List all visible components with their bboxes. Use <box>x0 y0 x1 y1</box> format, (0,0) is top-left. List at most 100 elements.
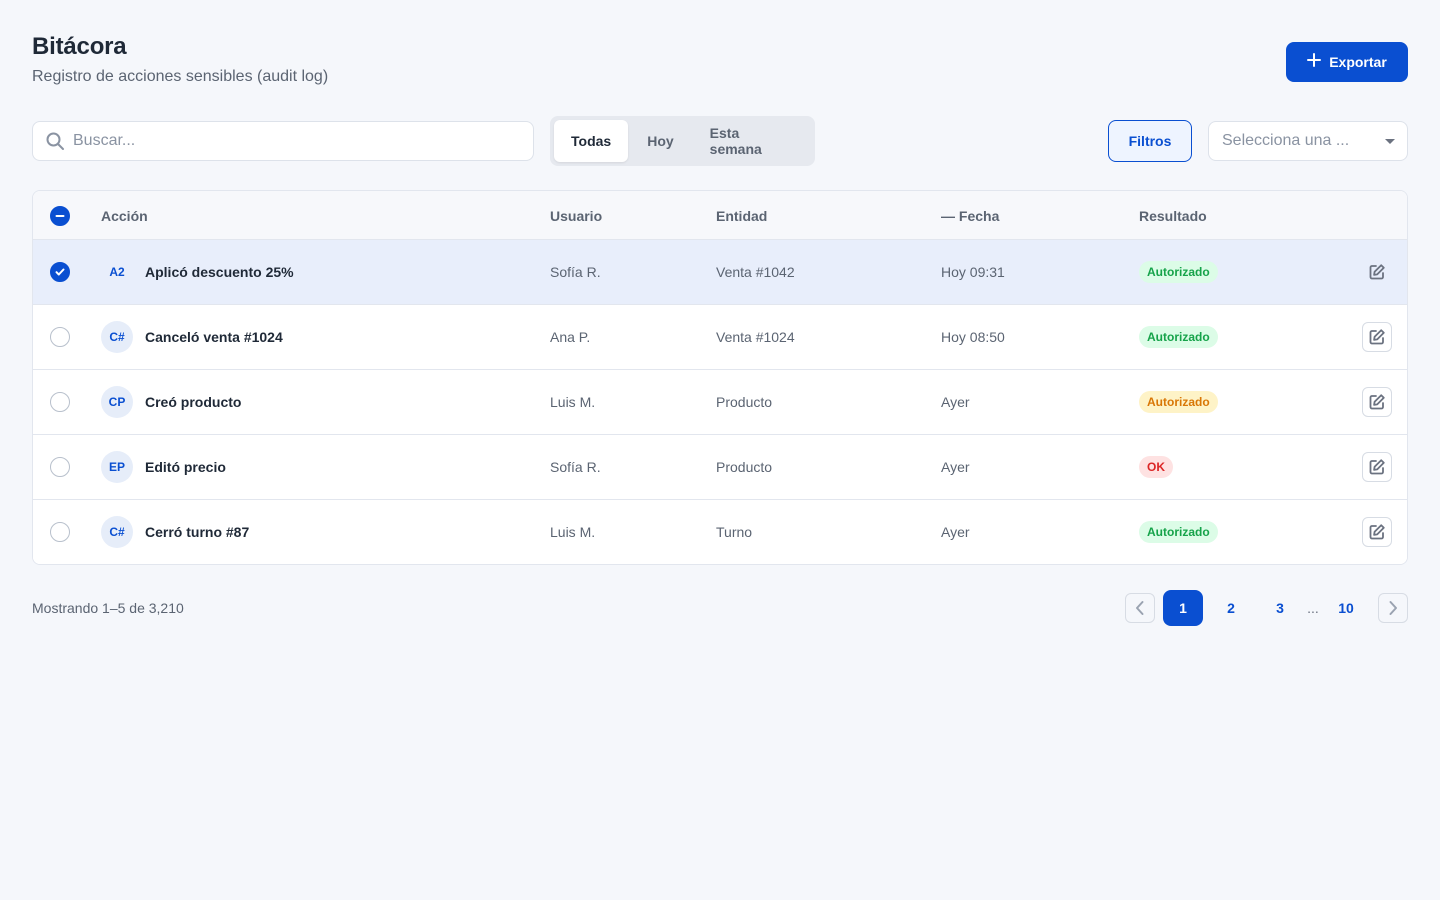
export-label: Exportar <box>1329 54 1387 70</box>
page-button-10[interactable]: 10 <box>1326 590 1366 626</box>
action-label: Aplicó descuento 25% <box>145 264 294 280</box>
action-label: Creó producto <box>145 394 242 410</box>
user-cell: Ana P. <box>550 329 591 345</box>
action-cell: A2 Aplicó descuento 25% <box>101 240 294 304</box>
prev-page-button[interactable] <box>1125 593 1155 623</box>
action-cell: EP Editó precio <box>101 435 226 499</box>
segment-hoy[interactable]: Hoy <box>630 120 690 162</box>
date-cell: Hoy 09:31 <box>941 264 1005 280</box>
action-cell: CP Creó producto <box>101 370 241 434</box>
status-badge: Autorizado <box>1139 326 1218 348</box>
edit-icon <box>1369 459 1385 475</box>
edit-button[interactable] <box>1362 452 1392 482</box>
edit-button[interactable] <box>1362 257 1392 287</box>
action-avatar: EP <box>101 451 133 483</box>
action-avatar: CP <box>101 386 133 418</box>
entity-cell: Venta #1042 <box>716 264 795 280</box>
page-title: Bitácora <box>32 33 127 60</box>
result-cell: OK <box>1139 435 1173 499</box>
table-row[interactable]: A2 Aplicó descuento 25% Sofía R. Venta #104… <box>33 240 1407 305</box>
chevron-down-icon <box>1385 138 1395 144</box>
page-button-1[interactable]: 1 <box>1163 590 1203 626</box>
action-avatar: A2 <box>109 265 125 279</box>
filters-button[interactable]: Filtros <box>1108 120 1192 162</box>
select-placeholder: Selecciona una ... <box>1222 132 1350 149</box>
action-label: Editó precio <box>145 459 226 475</box>
status-badge: Autorizado <box>1139 391 1218 413</box>
column-header-action[interactable]: Acción <box>101 191 148 240</box>
page-button-3[interactable]: 3 <box>1260 590 1300 626</box>
edit-icon <box>1369 394 1385 410</box>
page-subtitle: Registro de acciones sensibles (audit lo… <box>32 68 329 85</box>
row-checkbox[interactable] <box>50 522 70 542</box>
entity-cell: Producto <box>716 394 773 410</box>
table-row[interactable]: C# Canceló venta #1024 Ana P. Venta #1024 Ho… <box>33 305 1407 370</box>
action-cell: C# Canceló venta #1024 <box>101 305 283 369</box>
edit-icon <box>1369 524 1385 540</box>
table-header: Acción Usuario Entidad — Fecha Resultado <box>33 191 1407 240</box>
user-cell: Luis M. <box>550 524 596 540</box>
chevron-left-icon <box>1136 601 1144 615</box>
date-cell: Ayer <box>941 524 970 540</box>
user-cell: Luis M. <box>550 394 596 410</box>
row-checkbox[interactable] <box>50 327 70 347</box>
edit-icon <box>1369 329 1385 345</box>
column-header-user[interactable]: Usuario <box>550 191 602 240</box>
status-badge: Autorizado <box>1139 521 1218 543</box>
edit-button[interactable] <box>1362 322 1392 352</box>
date-cell: Ayer <box>941 394 970 410</box>
date-cell: Ayer <box>941 459 970 475</box>
status-badge: Autorizado <box>1139 261 1218 283</box>
toolbar: Todas Hoy Esta semana Filtros Selecciona… <box>32 116 1408 166</box>
column-header-result[interactable]: Resultado <box>1139 191 1207 240</box>
user-cell: Sofía R. <box>550 459 601 475</box>
entity-cell: Venta #1024 <box>716 329 795 345</box>
chevron-right-icon <box>1389 601 1397 615</box>
table-row[interactable]: EP Editó precio Sofía R. Producto Ayer OK <box>33 435 1407 500</box>
export-button[interactable]: Exportar <box>1286 42 1408 82</box>
select-dropdown[interactable]: Selecciona una ... <box>1208 121 1408 161</box>
results-count: Mostrando 1–5 de 3,210 <box>32 600 184 616</box>
edit-button[interactable] <box>1362 517 1392 547</box>
user-cell: Sofía R. <box>550 264 601 280</box>
action-label: Canceló venta #1024 <box>145 329 283 345</box>
segment-esta-semana[interactable]: Esta semana <box>693 120 811 162</box>
result-cell: Autorizado <box>1139 305 1218 369</box>
date-cell: Hoy 08:50 <box>941 329 1005 345</box>
column-header-entity[interactable]: Entidad <box>716 191 767 240</box>
audit-table: Acción Usuario Entidad — Fecha Resultado… <box>32 190 1408 565</box>
search-input[interactable] <box>73 132 493 150</box>
result-cell: Autorizado <box>1139 240 1218 304</box>
action-avatar: C# <box>101 516 133 548</box>
row-checkbox[interactable] <box>50 262 70 282</box>
entity-cell: Producto <box>716 459 773 475</box>
plus-icon <box>1307 51 1322 71</box>
status-badge: OK <box>1139 456 1173 478</box>
check-icon <box>55 268 65 276</box>
table-body: A2 Aplicó descuento 25% Sofía R. Venta #104… <box>33 240 1407 564</box>
search-icon <box>46 132 64 150</box>
minus-icon <box>55 215 65 217</box>
result-cell: Autorizado <box>1139 500 1218 564</box>
action-label: Cerró turno #87 <box>145 524 250 540</box>
table-row[interactable]: C# Cerró turno #87 Luis M. Turno Ayer Autoriz… <box>33 500 1407 564</box>
search-box[interactable] <box>32 121 534 161</box>
column-header-date[interactable]: — Fecha <box>941 191 999 240</box>
action-cell: C# Cerró turno #87 <box>101 500 249 564</box>
segment-todas[interactable]: Todas <box>554 120 629 162</box>
page-header: Bitácora Registro de acciones sensibles … <box>32 32 1408 92</box>
pagination: 1 2 3 ... 10 <box>1125 590 1408 626</box>
pagination-ellipsis: ... <box>1307 600 1319 616</box>
action-avatar: C# <box>101 321 133 353</box>
next-page-button[interactable] <box>1378 593 1408 623</box>
date-segmented-control: Todas Hoy Esta semana <box>550 116 815 166</box>
row-checkbox[interactable] <box>50 392 70 412</box>
page-button-2[interactable]: 2 <box>1211 590 1251 626</box>
select-all-checkbox[interactable] <box>50 206 70 226</box>
row-checkbox[interactable] <box>50 457 70 477</box>
result-cell: Autorizado <box>1139 370 1218 434</box>
table-row[interactable]: CP Creó producto Luis M. Producto Ayer Autori… <box>33 370 1407 435</box>
entity-cell: Turno <box>716 524 753 540</box>
edit-button[interactable] <box>1362 387 1392 417</box>
edit-icon <box>1369 264 1385 280</box>
